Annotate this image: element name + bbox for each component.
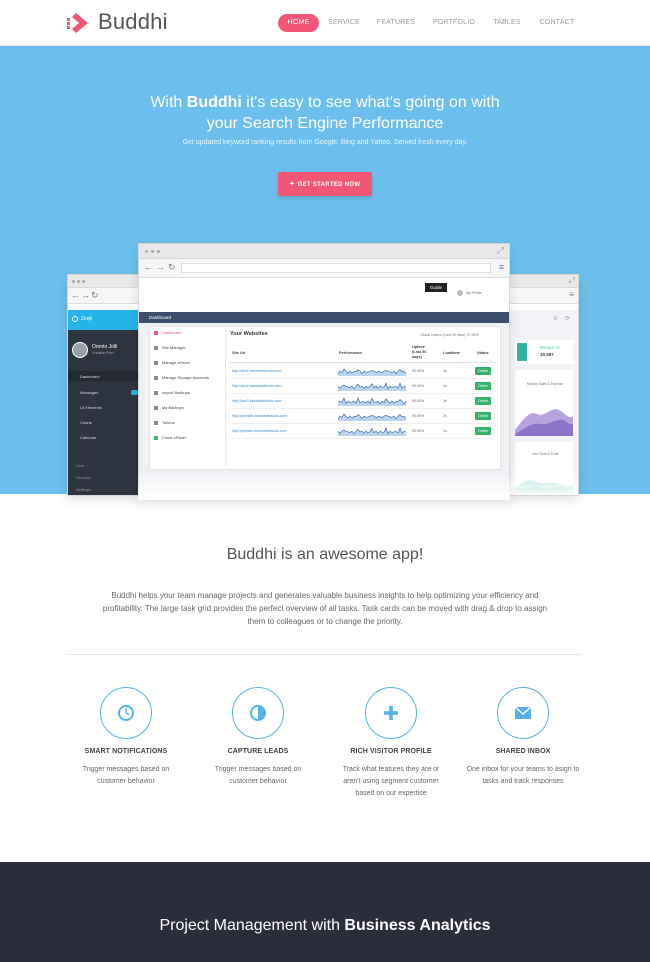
hero-title-line2: your Search Engine Performance [206,115,444,132]
left-menu-security[interactable]: Security [76,475,90,480]
feature-capture-leads: CAPTURE LEADS Trigger messages based on … [193,687,323,788]
hero-title-prefix: With [150,94,187,111]
feature-smart-notifications: SMART NOTIFICATIONS Trigger messages bas… [61,687,191,788]
brand-name[interactable]: Buddhi [98,9,168,35]
analytics-title: Project Management with Business Analyti… [0,917,650,935]
feature-title: CAPTURE LEADS [227,748,289,755]
stat-card: PRODUCTS 19,587 [515,340,573,364]
half-circle-icon [232,687,284,739]
center-browser-mock: ⤢ ← → ↻ ≡ Guide My Profile Dashboard [138,243,510,499]
chart2-label: Your Chart & Profit [531,452,559,456]
refresh-icon: ↻ [91,290,99,300]
expand-icon: ⤢ [496,245,504,255]
dashboard-title: Dashboard [149,315,172,320]
nav-portfolio[interactable]: PORTFOLIO [430,14,478,32]
nav-tables[interactable]: TABLES [488,14,526,32]
feature-title: RICH VISITOR PROFILE [350,748,432,755]
left-menu-dashboard[interactable]: Dashboard [80,374,100,379]
plus-icon: + [289,179,295,188]
right-mock-page-number: 0 [554,316,557,322]
analytics-section [0,862,650,962]
top-navbar: Buddhi HOME SERVICE FEATURES PORTFOLIO T… [0,0,650,46]
left-menu-user[interactable]: User [76,463,84,468]
hero-title-rest: it's easy to see what's going on with [241,94,500,111]
feature-title: SHARED INBOX [495,748,551,755]
menu-icon: ≡ [498,262,504,272]
left-menu-settings[interactable]: Settings [76,487,90,492]
get-started-button[interactable]: + GET STARTED NOW [278,172,372,196]
back-icon: ← [144,262,153,272]
analytics-title-bold: Business Analytics [344,917,491,934]
stat-label: PRODUCTS [540,346,560,350]
chart-card-1: Monthly Sales & Expense [515,370,573,436]
feature-title: SMART NOTIFICATIONS [84,748,168,755]
menu-icon: ≡ [569,290,574,299]
feature-desc: Track what features they are or aren't u… [342,766,440,797]
forward-icon: → [156,262,165,272]
guide-button[interactable]: Guide [425,283,447,292]
messages-badge [131,390,138,395]
bulb-icon [72,316,78,322]
get-started-label: GET STARTED NOW [297,182,361,188]
area-chart-purple [515,409,573,436]
feature-shared-inbox: SHARED INBOX One inbox for your teams to… [458,687,588,788]
left-mock-header: Zeqri [68,310,138,330]
forward-icon: → [81,290,90,300]
right-browser-mock: ⤢ ≡ 0 ⟳ PRODUCTS 19,587 Monthly Sales & … [508,274,579,496]
section-divider [68,654,582,655]
avatar [72,342,88,358]
back-icon: ← [71,290,80,300]
nav-contact[interactable]: CONTACT [536,14,578,32]
about-title: Buddhi is an awesome app! [226,546,424,563]
plus-icon [365,687,417,739]
nav-home[interactable]: HOME [278,14,319,32]
left-mock-brand: Zeqri [81,316,93,322]
right-mock-arrow-icon: ⟳ [565,316,571,322]
chart1-label: Monthly Sales & Expense [526,382,564,386]
clock-icon [100,687,152,739]
feature-desc: One inbox for your teams to asign to tas… [466,766,580,785]
left-browser-mock: ← → ↻ Zeqri Oronto Jolli Creative Pixel … [67,274,139,496]
left-menu-calendar[interactable]: Calendar [80,435,96,440]
feature-rich-visitor-profile: RICH VISITOR PROFILE Track what features… [326,687,456,800]
hero-subtitle: Get updated keyword ranking results from… [182,139,468,146]
about-body: Buddhi helps your team manage projects a… [102,591,548,626]
profile-icon [457,290,463,296]
feature-desc: Trigger messages based on customer behav… [214,766,302,785]
feature-desc: Trigger messages based on customer behav… [82,766,170,785]
stat-value: 19,587 [540,352,554,357]
left-mock-user-name: Oronto Jolli [92,344,118,350]
left-menu-messages[interactable]: Messages [80,390,98,395]
refresh-icon: ↻ [168,262,176,272]
left-mock-user-role: Creative Pixel [92,351,114,355]
hero-title: With Buddhi it's easy to see what's goin… [0,92,650,134]
nav-service[interactable]: SERVICE [324,14,364,32]
dashboard-panel [149,326,501,470]
stat-icon [517,343,527,361]
logo-icon[interactable] [66,11,90,35]
left-menu-charts[interactable]: Charts [80,420,92,425]
hero-title-brand: Buddhi [186,94,242,111]
analytics-title-prefix: Project Management with [159,917,345,934]
nav-features[interactable]: FEATURES [374,14,418,32]
left-menu-ui-elements[interactable]: UI Elements [80,405,102,410]
left-mock-sidebar: Oronto Jolli Creative Pixel Dashboard Me… [68,330,138,495]
address-bar[interactable] [181,263,491,273]
profile-menu[interactable]: My Profile [466,291,482,295]
dashboard-bar: Dashboard [139,312,509,323]
envelope-icon [497,687,549,739]
expand-icon: ⤢ [568,276,575,285]
